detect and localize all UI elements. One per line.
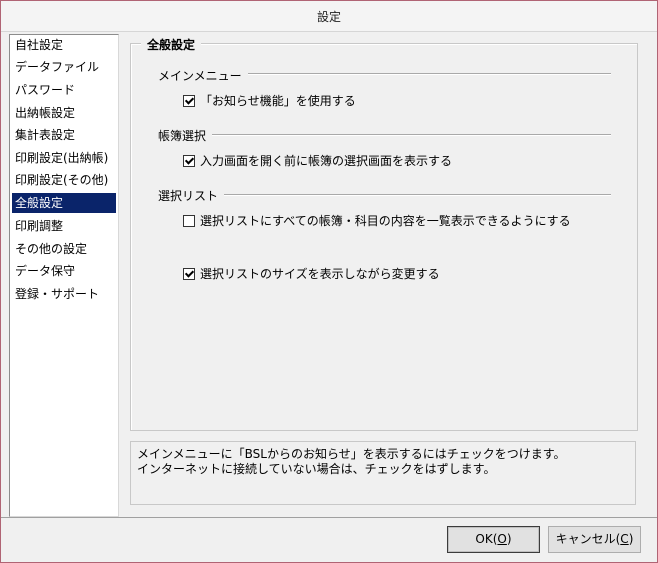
ok-button-accelerator: O: [497, 532, 507, 546]
sidebar-item-print-adjustment[interactable]: 印刷調整: [12, 216, 116, 236]
sidebar-item-password[interactable]: パスワード: [12, 80, 116, 100]
cancel-button-suffix: ): [628, 532, 634, 546]
ok-button-suffix: ): [506, 532, 512, 546]
sidebar-item-print-settings-cashbook[interactable]: 印刷設定(出納帳): [12, 148, 116, 168]
settings-dialog: 設定 自社設定 データファイル パスワード 出納帳設定 集計表設定 印刷設定(出…: [0, 0, 658, 563]
sidebar-item-print-settings-other[interactable]: 印刷設定(その他): [12, 170, 116, 190]
sidebar-item-registration-support[interactable]: 登録・サポート: [12, 284, 116, 304]
title-bar[interactable]: 設定: [1, 1, 657, 32]
cancel-button-label: キャンセル(: [555, 532, 621, 546]
checkbox-checked-icon[interactable]: [183, 155, 195, 167]
group-title: 全般設定: [141, 36, 202, 53]
sidebar-item-summary-settings[interactable]: 集計表設定: [12, 125, 116, 145]
option-label[interactable]: 「お知らせ機能」を使用する: [200, 93, 356, 109]
section-label-main-menu: メインメニュー: [158, 67, 248, 84]
window-title: 設定: [316, 10, 341, 24]
checkbox-checked-icon[interactable]: [183, 268, 195, 280]
sidebar-item-company-settings[interactable]: 自社設定: [12, 35, 116, 55]
button-bar-divider: [1, 517, 657, 518]
cancel-button-accelerator: C: [620, 532, 629, 546]
ok-button[interactable]: OK(O): [447, 526, 540, 553]
description-box: メインメニューに「BSLからのお知らせ」を表示するにはチェックをつけます。 イン…: [130, 441, 636, 505]
option-label[interactable]: 入力画面を開く前に帳簿の選択画面を表示する: [200, 153, 452, 169]
sidebar-item-cashbook-settings[interactable]: 出納帳設定: [12, 103, 116, 123]
checkbox-unchecked-icon[interactable]: [183, 215, 195, 227]
sidebar-item-data-maintenance[interactable]: データ保守: [12, 261, 116, 281]
ok-button-label: OK(: [475, 532, 498, 546]
description-line: インターネットに接続していない場合は、チェックをはずします。: [137, 462, 496, 476]
settings-category-list[interactable]: 自社設定 データファイル パスワード 出納帳設定 集計表設定 印刷設定(出納帳)…: [9, 34, 119, 517]
checkbox-checked-icon[interactable]: [183, 95, 195, 107]
section-divider: [158, 194, 611, 196]
option-label[interactable]: 選択リストにすべての帳簿・科目の内容を一覧表示できるようにする: [200, 213, 571, 229]
option-label[interactable]: 選択リストのサイズを表示しながら変更する: [200, 266, 440, 282]
cancel-button[interactable]: キャンセル(C): [548, 526, 641, 553]
description-line: メインメニューに「BSLからのお知らせ」を表示するにはチェックをつけます。: [137, 447, 566, 461]
sidebar-item-data-file[interactable]: データファイル: [12, 57, 116, 77]
section-divider: [158, 134, 611, 136]
sidebar-item-other-settings[interactable]: その他の設定: [12, 239, 116, 259]
section-label-selection-list: 選択リスト: [158, 187, 225, 204]
section-label-book-selection: 帳簿選択: [158, 127, 213, 144]
sidebar-item-general-settings[interactable]: 全般設定: [12, 193, 116, 213]
